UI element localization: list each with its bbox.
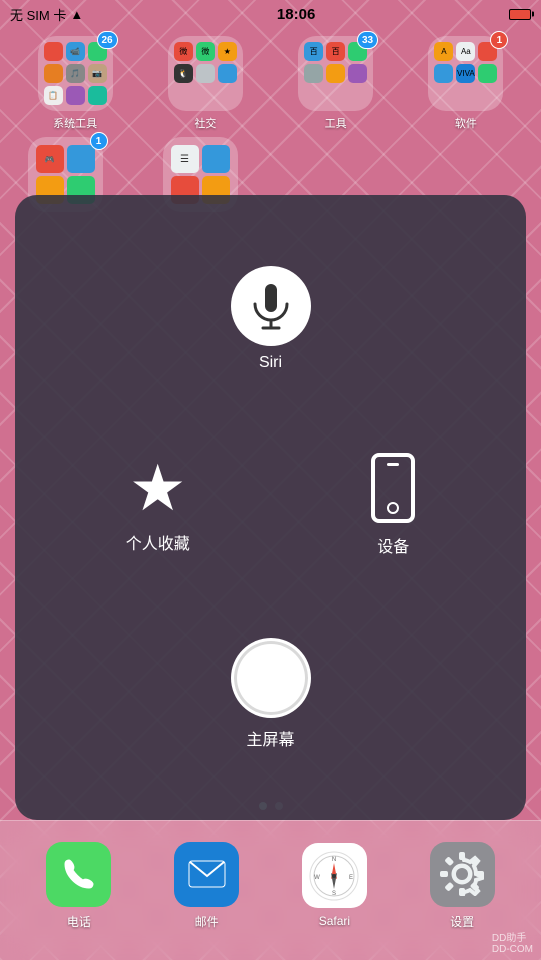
dock-label-settings: 设置 [450, 913, 474, 930]
svg-text:N: N [332, 857, 336, 863]
folder-label-tools: 工具 [325, 115, 347, 131]
folder-icon-social: 微 微 ★ 🐧 [168, 36, 243, 111]
dock-app-mail [174, 842, 239, 907]
mini-app [202, 145, 230, 173]
siri-label: Siri [259, 354, 282, 372]
status-time: 18:06 [277, 6, 315, 23]
mini-app: 微 [196, 42, 215, 61]
folder-label-software: 软件 [455, 115, 477, 131]
middle-row: ★ 个人收藏 设备 [35, 453, 506, 557]
mini-app: 📋 [44, 86, 63, 105]
mini-app: ★ [218, 42, 237, 61]
star-icon: ★ [129, 456, 186, 520]
dock-label-safari: Safari [319, 914, 350, 928]
dock-item-mail[interactable]: 邮件 [174, 842, 239, 930]
mini-app [66, 86, 85, 105]
svg-text:S: S [332, 891, 336, 897]
mini-app: 🐧 [174, 64, 193, 83]
watermark: DD助手DD-COM [492, 929, 533, 955]
folder-badge-system-tools: 26 [97, 31, 118, 49]
battery-fill [511, 11, 517, 18]
device-icon [371, 453, 415, 523]
mini-app [196, 64, 215, 83]
carrier-text: 无 SIM 卡 [10, 5, 66, 24]
phone-outline-icon [371, 453, 415, 523]
favorites-button[interactable]: ★ 个人收藏 [126, 456, 190, 554]
svg-text:W: W [315, 875, 321, 881]
status-bar: 无 SIM 卡 ▲ 18:06 [0, 0, 541, 28]
dock-label-phone: 电话 [67, 913, 91, 930]
folder-icon-system-tools: 📹 🎵 📷 📋 26 [38, 36, 113, 111]
svg-text:E: E [349, 875, 353, 881]
mini-app: 微 [174, 42, 193, 61]
status-right [509, 9, 531, 20]
home-label: 主屏幕 [246, 726, 294, 750]
siri-button[interactable] [231, 266, 311, 346]
mini-app: 📹 [66, 42, 85, 61]
favorites-label: 个人收藏 [126, 530, 190, 554]
dock-app-phone [46, 842, 111, 907]
mini-app: Aa [456, 42, 475, 61]
dock-item-safari[interactable]: N S W E Safari [302, 843, 367, 928]
mini-app [88, 86, 107, 105]
folder-badge-games: 1 [90, 132, 108, 150]
status-left: 无 SIM 卡 ▲ [10, 5, 83, 24]
mini-app: VIVA [456, 64, 475, 83]
mini-app [326, 64, 345, 83]
mini-app [434, 64, 453, 83]
folder-icon-software: A Aa VIVA 1 [428, 36, 503, 111]
dock-item-phone[interactable]: 电话 [46, 842, 111, 930]
siri-section: Siri [231, 266, 311, 372]
mini-app [304, 64, 323, 83]
folder-system-tools[interactable]: 📹 🎵 📷 📋 26 系统工具 [20, 36, 130, 131]
home-button[interactable] [231, 638, 311, 718]
mini-app: 📷 [88, 64, 107, 83]
folder-tools[interactable]: 百 百 33 工具 [281, 36, 391, 131]
assistive-touch-menu[interactable]: Siri ★ 个人收藏 设备 主屏幕 [15, 195, 526, 820]
mini-app: ☰ [171, 145, 199, 173]
mini-app [348, 64, 367, 83]
battery-icon [509, 9, 531, 20]
dock-app-safari: N S W E [302, 843, 367, 908]
folder-label-social: 社交 [194, 115, 216, 131]
mini-app: 🎮 [36, 145, 64, 173]
device-label: 设备 [377, 533, 409, 557]
folder-social[interactable]: 微 微 ★ 🐧 社交 [150, 36, 260, 131]
mini-app [478, 64, 497, 83]
mini-app [67, 145, 95, 173]
mini-app: A [434, 42, 453, 61]
mini-app [218, 64, 237, 83]
device-button[interactable]: 设备 [371, 453, 415, 557]
mini-app [44, 42, 63, 61]
mini-app: 百 [326, 42, 345, 61]
folder-badge-tools: 33 [357, 31, 378, 49]
folder-software[interactable]: A Aa VIVA 1 软件 [411, 36, 521, 131]
home-section: 主屏幕 [231, 638, 311, 750]
mini-app: 🎵 [66, 64, 85, 83]
dock: 电话 邮件 N S W E Saf [0, 820, 541, 960]
folder-icon-tools: 百 百 33 [298, 36, 373, 111]
mini-app: 百 [304, 42, 323, 61]
mini-app [44, 64, 63, 83]
dock-item-settings[interactable]: 设置 [430, 842, 495, 930]
dock-app-settings [430, 842, 495, 907]
signal-icon: ▲ [70, 7, 83, 22]
folder-label-system-tools: 系统工具 [53, 115, 97, 131]
folders-row-1: 📹 🎵 📷 📋 26 系统工具 微 微 ★ 🐧 社交 [0, 36, 541, 131]
dock-label-mail: 邮件 [195, 913, 219, 930]
folder-badge-software: 1 [490, 31, 508, 49]
